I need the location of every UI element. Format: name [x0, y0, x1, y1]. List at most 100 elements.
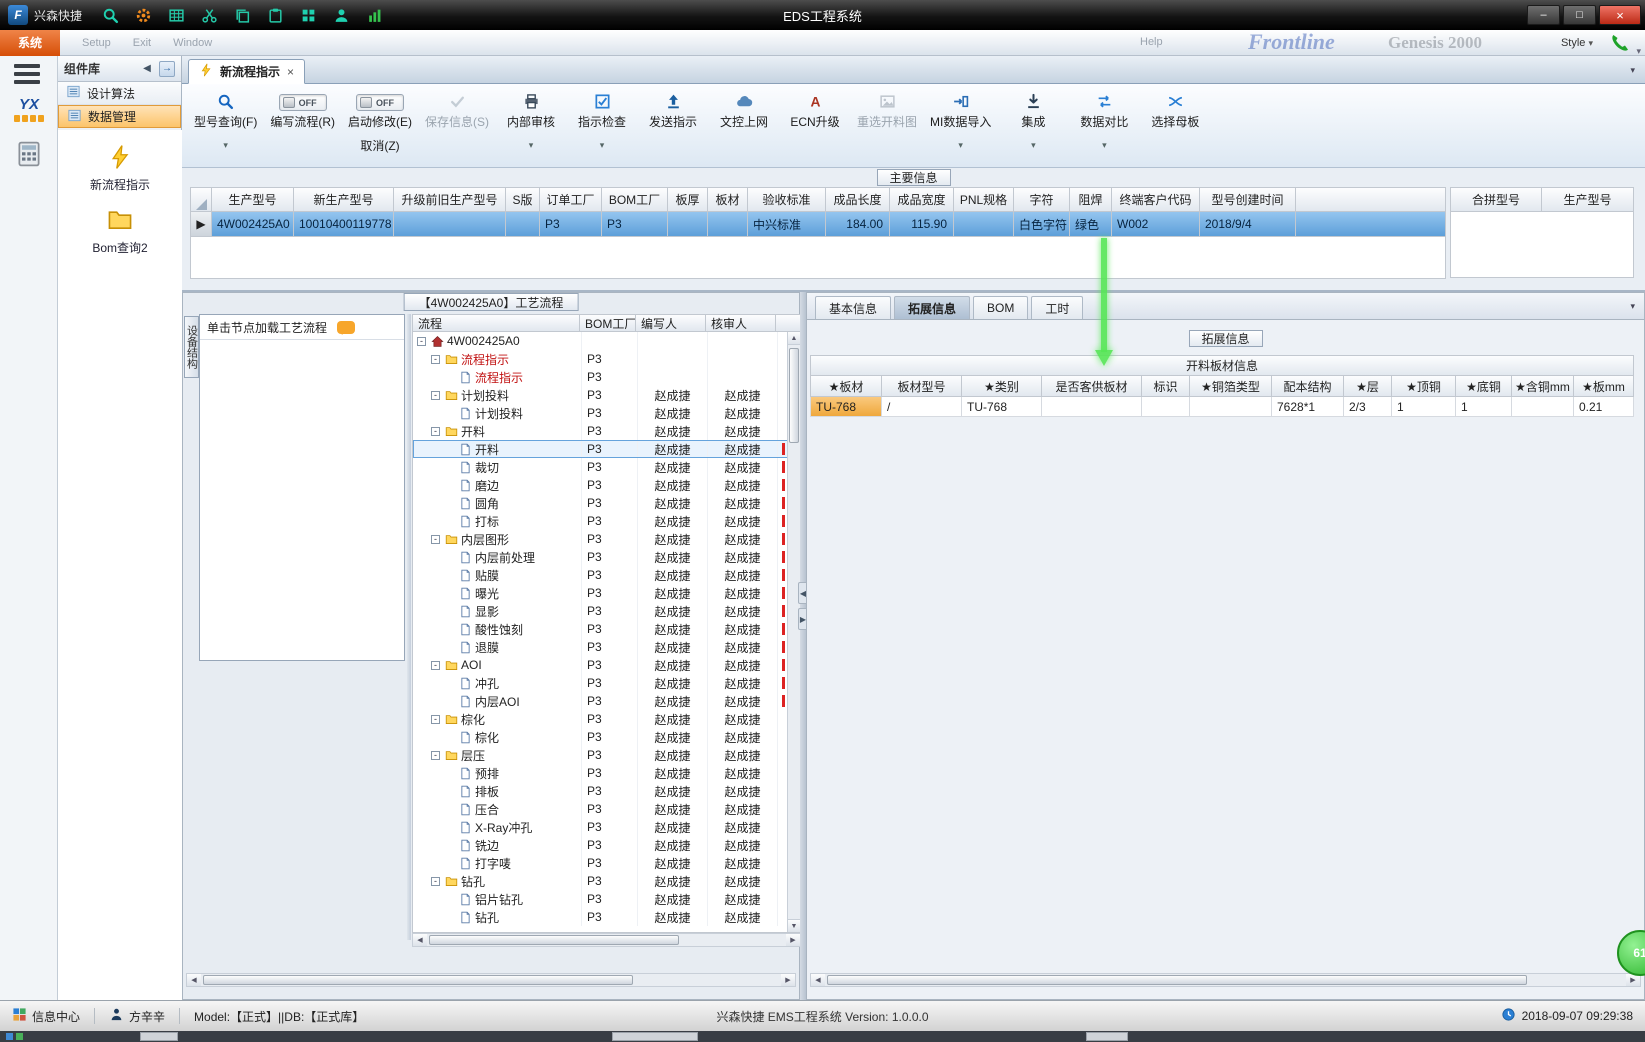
scroll-left-icon[interactable]: ◀	[187, 974, 201, 986]
tree-row[interactable]: 钻孔 P3 赵成捷 赵成捷	[413, 908, 800, 926]
scroll-down-icon[interactable]: ▼	[788, 919, 800, 932]
main-column-header[interactable]: 成品宽度	[890, 187, 954, 212]
detail-column-header[interactable]: ★铜箔类型	[1190, 376, 1272, 397]
detail-column-header[interactable]: ★板材	[810, 376, 882, 397]
sidebar-item-数据管理[interactable]: 数据管理	[58, 105, 181, 128]
tree-row[interactable]: 开料 P3 赵成捷 赵成捷	[413, 440, 800, 458]
dropdown-arrow-icon[interactable]: ▾	[1102, 140, 1107, 150]
close-button[interactable]	[1599, 5, 1641, 25]
tree-row[interactable]: X-Ray冲孔 P3 赵成捷 赵成捷	[413, 818, 800, 836]
tree-collapse-icon[interactable]: -	[417, 336, 426, 346]
toolbar-button[interactable]: 集成 ▾	[1004, 91, 1062, 150]
tree-row[interactable]: 铣边 P3 赵成捷 赵成捷	[413, 836, 800, 854]
inner-splitter[interactable]	[407, 314, 411, 940]
tree-column-header[interactable]: 核审人	[706, 314, 776, 332]
menu-item[interactable]: Exit	[133, 37, 151, 49]
copy-icon[interactable]	[230, 4, 254, 26]
tree-column-header[interactable]: BOM工厂	[580, 314, 636, 332]
scrollbar-thumb[interactable]	[203, 975, 633, 985]
tree-row[interactable]: 裁切 P3 赵成捷 赵成捷	[413, 458, 800, 476]
grid-icon[interactable]	[296, 4, 320, 26]
tree-row[interactable]: 打标 P3 赵成捷 赵成捷	[413, 512, 800, 530]
toolbar-button[interactable]: MI数据导入 ▾	[930, 91, 991, 150]
scroll-left-icon[interactable]: ◀	[413, 934, 427, 946]
sidebar-item-设计算法[interactable]: 设计算法	[58, 82, 181, 105]
toolbar-button[interactable]: A ECN升级	[786, 91, 844, 130]
system-menu-tab[interactable]: 系统	[0, 29, 60, 56]
scroll-left-icon[interactable]: ◀	[811, 974, 825, 986]
toolbar-button[interactable]: 发送指示	[644, 91, 702, 130]
sidebar-tool-新流程指示[interactable]: 新流程指示	[58, 144, 182, 193]
dropdown-arrow-icon[interactable]: ▾	[529, 140, 534, 150]
toolbar-sub-button[interactable]: 取消(Z)	[360, 137, 399, 154]
detail-table-row[interactable]: TU-768/TU-768 7628*1 2/3 1 1 0.21	[810, 397, 1634, 417]
detail-tab-拓展信息[interactable]: 拓展信息	[894, 296, 971, 319]
calculator-icon[interactable]	[15, 140, 43, 168]
style-selector[interactable]: Style ▾	[1561, 37, 1593, 49]
tab-close-icon[interactable]: ×	[287, 65, 294, 79]
detail-column-header[interactable]: 是否客供板材	[1042, 376, 1142, 397]
scroll-up-icon[interactable]: ▲	[788, 332, 800, 345]
detail-column-header[interactable]: 板材型号	[882, 376, 962, 397]
menu-item[interactable]: Window	[173, 37, 212, 49]
tree-row[interactable]: - 内层图形 P3 赵成捷 赵成捷	[413, 530, 800, 548]
tree-row[interactable]: 显影 P3 赵成捷 赵成捷	[413, 602, 800, 620]
minimize-button[interactable]	[1527, 5, 1560, 25]
tree-row[interactable]: 酸性蚀刻 P3 赵成捷 赵成捷	[413, 620, 800, 638]
hamburger-menu-icon[interactable]	[14, 64, 40, 88]
tree-collapse-icon[interactable]: -	[431, 660, 440, 670]
select-all-corner[interactable]	[190, 187, 212, 212]
main-column-header[interactable]: 生产型号	[212, 187, 294, 212]
scissors-icon[interactable]	[197, 4, 221, 26]
tree-row[interactable]: 打字唛 P3 赵成捷 赵成捷	[413, 854, 800, 872]
toolbar-toggle[interactable]: OFF 启动修改(E) 取消(Z)	[348, 91, 412, 154]
detail-column-header[interactable]: ★板mm	[1574, 376, 1634, 397]
detail-horizontal-scrollbar[interactable]: ◀ ▶	[810, 973, 1641, 987]
tree-row[interactable]: - 计划投料 P3 赵成捷 赵成捷	[413, 386, 800, 404]
detail-tab-基本信息[interactable]: 基本信息	[815, 296, 892, 319]
tree-collapse-icon[interactable]: -	[431, 876, 440, 886]
tree-row[interactable]: - AOI P3 赵成捷 赵成捷	[413, 656, 800, 674]
panel-horizontal-scrollbar[interactable]: ◀ ▶	[186, 973, 796, 987]
main-column-header[interactable]: S版	[506, 187, 540, 212]
table-icon[interactable]	[164, 4, 188, 26]
tree-row[interactable]: 贴膜 P3 赵成捷 赵成捷	[413, 566, 800, 584]
main-table-row[interactable]: ▶ 4W002425A0 10010400119778 P3 P3 中兴标准 184.00 1…	[190, 212, 1446, 237]
tree-row[interactable]: - 钻孔 P3 赵成捷 赵成捷	[413, 872, 800, 890]
current-user-item[interactable]: 方辛辛	[109, 1007, 165, 1025]
main-column-header[interactable]: 成品长度	[826, 187, 890, 212]
dropdown-arrow-icon[interactable]: ▾	[958, 140, 963, 150]
tab-device-structure[interactable]: 设备结构	[184, 316, 199, 378]
scrollbar-thumb[interactable]	[429, 935, 679, 945]
toolbar-button[interactable]: 选择母板	[1146, 91, 1204, 130]
tree-row[interactable]: 排板 P3 赵成捷 赵成捷	[413, 782, 800, 800]
dropdown-arrow-icon[interactable]: ▾	[1031, 140, 1036, 150]
tree-row[interactable]: 磨边 P3 赵成捷 赵成捷	[413, 476, 800, 494]
tree-row[interactable]: 铝片钻孔 P3 赵成捷 赵成捷	[413, 890, 800, 908]
sidebar-back-icon[interactable]: ◀	[139, 61, 155, 77]
tree-row[interactable]: 退膜 P3 赵成捷 赵成捷	[413, 638, 800, 656]
tree-row[interactable]: - 开料 P3 赵成捷 赵成捷	[413, 422, 800, 440]
sidebar-tool-Bom查询2[interactable]: Bom查询2	[58, 207, 182, 256]
tree-collapse-icon[interactable]: -	[431, 750, 440, 760]
tree-row[interactable]: 内层AOI P3 赵成捷 赵成捷	[413, 692, 800, 710]
main-column-header[interactable]: 板厚	[668, 187, 708, 212]
toolbar-button[interactable]: 数据对比 ▾	[1075, 91, 1133, 150]
menu-help[interactable]: Help	[1140, 36, 1163, 48]
search-icon[interactable]	[98, 4, 122, 26]
main-column-header[interactable]: PNL规格	[954, 187, 1014, 212]
tree-collapse-icon[interactable]: -	[431, 714, 440, 724]
info-center-item[interactable]: 信息中心	[12, 1007, 80, 1025]
tree-collapse-icon[interactable]: -	[431, 426, 440, 436]
detail-column-header[interactable]: ★含铜mm	[1512, 376, 1574, 397]
main-column-header[interactable]: 订单工厂	[540, 187, 602, 212]
tree-horizontal-scrollbar[interactable]: ◀ ▶	[412, 933, 801, 947]
tree-row[interactable]: - 层压 P3 赵成捷 赵成捷	[413, 746, 800, 764]
detail-column-header[interactable]: ★顶铜	[1392, 376, 1456, 397]
maximize-button[interactable]	[1563, 5, 1596, 25]
detail-column-header[interactable]: ★底铜	[1456, 376, 1512, 397]
tree-row[interactable]: 冲孔 P3 赵成捷 赵成捷	[413, 674, 800, 692]
toolbar-button[interactable]: 内部审核 ▾	[502, 91, 560, 150]
toolbar-button[interactable]: 保存信息(S)	[425, 91, 489, 130]
chart-icon[interactable]	[362, 4, 386, 26]
